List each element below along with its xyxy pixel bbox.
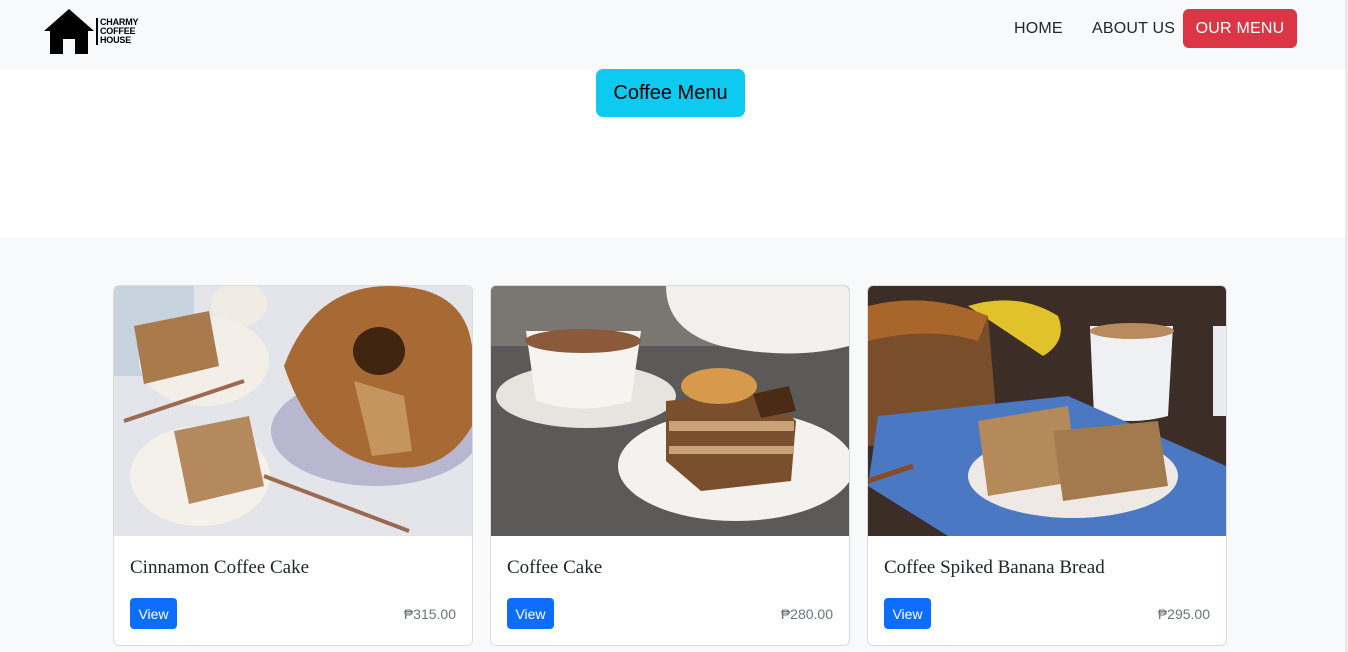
coffee-cake-image <box>491 286 849 536</box>
navbar: CHARMY COFFEE HOUSE HOME ABOUT US OUR ME… <box>0 0 1348 69</box>
brand-name: CHARMY COFFEE HOUSE <box>96 18 139 45</box>
product-price: ₱295.00 <box>1157 606 1210 622</box>
view-button[interactable]: View <box>130 598 177 629</box>
product-name: Coffee Spiked Banana Bread <box>884 557 1105 578</box>
product-price: ₱280.00 <box>780 606 833 622</box>
product-name: Cinnamon Coffee Cake <box>130 557 310 578</box>
brand-logo[interactable]: CHARMY COFFEE HOUSE <box>44 9 139 54</box>
house-icon <box>44 9 94 54</box>
nav-about-link[interactable]: ABOUT US <box>1092 20 1175 38</box>
product-card: Coffee Cake View ₱280.00 <box>490 285 850 646</box>
product-card: Cinnamon Coffee Cake View ₱315.00 <box>113 285 473 646</box>
product-card: Coffee Spiked Banana Bread View ₱295.00 <box>867 285 1227 646</box>
banana-bread-image <box>868 286 1226 536</box>
view-button[interactable]: View <box>884 598 931 629</box>
product-price: ₱315.00 <box>403 606 456 622</box>
view-button[interactable]: View <box>507 598 554 629</box>
product-name: Coffee Cake <box>507 557 603 578</box>
cinnamon-coffee-cake-image <box>114 286 472 536</box>
nav-our-menu-button[interactable]: OUR MENU <box>1183 9 1297 48</box>
coffee-menu-button[interactable]: Coffee Menu <box>596 69 745 117</box>
nav-home-link[interactable]: HOME <box>1014 20 1063 38</box>
